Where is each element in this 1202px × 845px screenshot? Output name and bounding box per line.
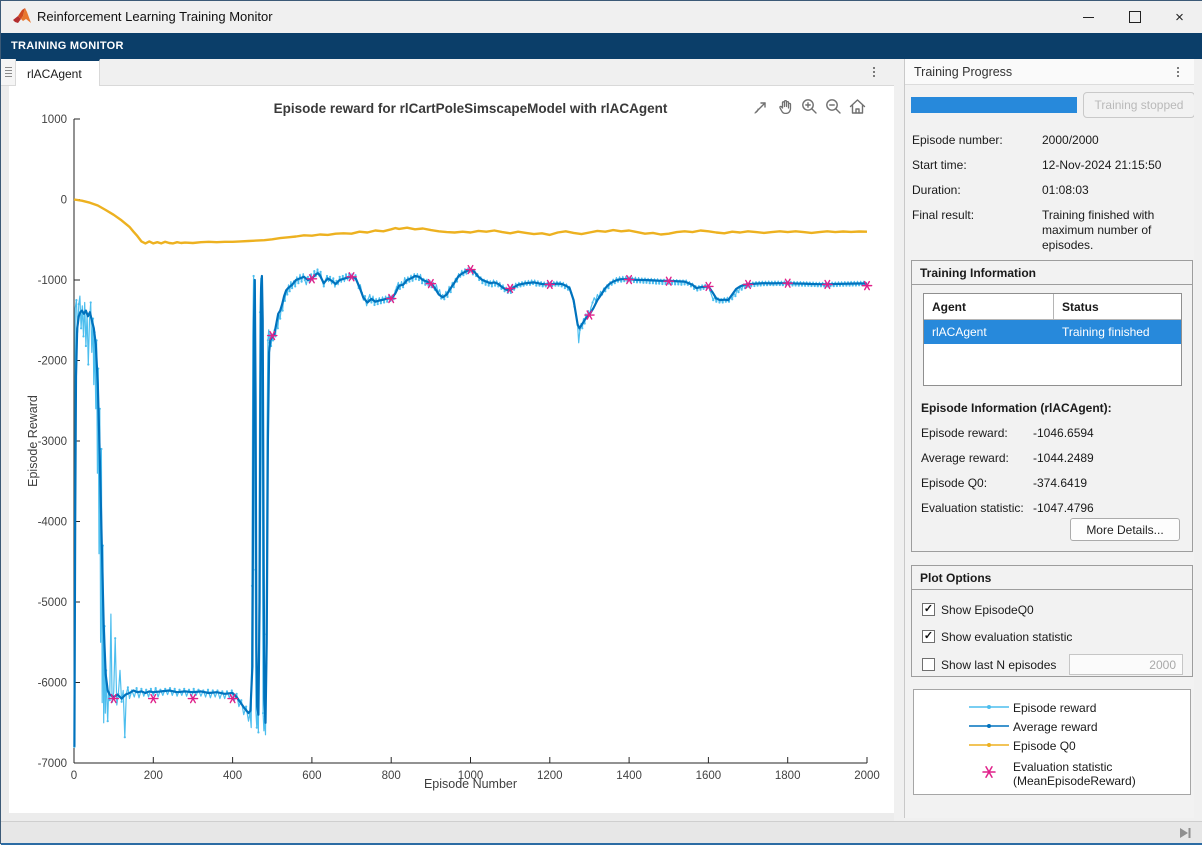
toolstrip: TRAINING MONITOR bbox=[1, 33, 1202, 59]
tab-list-icon bbox=[5, 67, 12, 68]
svg-text:0: 0 bbox=[71, 770, 77, 782]
progress-fill bbox=[911, 97, 1077, 113]
episode-q0-line-swatch bbox=[968, 738, 1010, 752]
right-gutter bbox=[1194, 59, 1202, 821]
field-value: 2000/2000 bbox=[1042, 133, 1192, 147]
tab-rlacagent[interactable]: rlACAgent bbox=[16, 59, 100, 86]
show-last-n-episodes-checkbox[interactable] bbox=[922, 658, 935, 671]
show-episodeq0-checkbox[interactable] bbox=[922, 603, 935, 616]
close-icon: × bbox=[1175, 10, 1184, 25]
bottom-scrollbar[interactable] bbox=[1, 821, 1202, 843]
maximize-icon bbox=[1129, 11, 1141, 23]
training-progress-bar bbox=[911, 97, 1077, 113]
svg-text:2000: 2000 bbox=[854, 770, 880, 782]
maximize-button[interactable] bbox=[1112, 1, 1157, 33]
agent-status-table[interactable]: Agent Status rlACAgent Training finished bbox=[923, 293, 1182, 386]
evaluation-statistic-asterisk-swatch bbox=[968, 759, 1010, 785]
checkbox-label: Show last N episodes bbox=[941, 658, 1056, 672]
section-header: Training Information bbox=[912, 261, 1192, 285]
last-n-episodes-field[interactable]: 2000 bbox=[1069, 654, 1183, 675]
panel-title: Training Progress bbox=[914, 65, 1012, 79]
legend-entry-episode-reward: Episode reward bbox=[914, 699, 1190, 717]
section-header: Plot Options bbox=[912, 566, 1192, 590]
panel-splitter[interactable] bbox=[894, 59, 904, 821]
episode-information-title: Episode Information (rlACAgent): bbox=[921, 401, 1112, 415]
minimize-icon bbox=[1083, 17, 1094, 18]
field-value: Training finished with maximum number of… bbox=[1042, 208, 1192, 253]
window-title: Reinforcement Learning Training Monitor bbox=[37, 9, 273, 24]
checkbox-label: Show EpisodeQ0 bbox=[941, 603, 1034, 617]
legend-entry-average-reward: Average reward bbox=[914, 718, 1190, 736]
panel-header: Training Progress bbox=[905, 59, 1194, 85]
tab-overflow-menu-button[interactable] bbox=[866, 64, 882, 80]
document-tab-strip: rlACAgent bbox=[1, 59, 894, 86]
section-title: Training Information bbox=[920, 266, 1036, 280]
figure-panel: Episode reward for rlCartPoleSimscapeMod… bbox=[9, 86, 894, 813]
title-bar: Reinforcement Learning Training Monitor … bbox=[1, 1, 1202, 33]
table-row[interactable]: rlACAgent Training finished bbox=[924, 320, 1181, 344]
minimize-button[interactable] bbox=[1066, 1, 1111, 33]
more-details-button[interactable]: More Details... bbox=[1070, 518, 1180, 541]
close-button[interactable]: × bbox=[1157, 1, 1202, 33]
svg-text:400: 400 bbox=[223, 770, 242, 782]
column-header-status: Status bbox=[1054, 294, 1181, 320]
svg-text:1800: 1800 bbox=[775, 770, 801, 782]
svg-text:0: 0 bbox=[61, 195, 67, 207]
show-evaluation-statistic-checkbox[interactable] bbox=[922, 630, 935, 643]
matlab-logo-icon bbox=[12, 7, 32, 27]
legend-entry-evaluation-statistic: Evaluation statistic (MeanEpisodeReward) bbox=[914, 758, 1190, 790]
episode-reward-line-swatch bbox=[968, 700, 1010, 714]
svg-text:600: 600 bbox=[302, 770, 321, 782]
svg-text:-3000: -3000 bbox=[38, 436, 67, 448]
svg-text:1400: 1400 bbox=[616, 770, 642, 782]
reward-chart[interactable]: 0 200 400 600 800 1000 1200 1400 1600 1800 2000 100… bbox=[9, 86, 894, 813]
svg-text:-1000: -1000 bbox=[38, 275, 67, 287]
section-title: Plot Options bbox=[920, 571, 991, 585]
field-label: Duration: bbox=[912, 183, 961, 197]
legend-entry-episode-q0: Episode Q0 bbox=[914, 737, 1190, 755]
panel-menu-button[interactable] bbox=[1170, 64, 1186, 80]
svg-text:-2000: -2000 bbox=[38, 356, 67, 368]
column-header-agent: Agent bbox=[924, 294, 1054, 320]
agent-cell: rlACAgent bbox=[932, 325, 987, 339]
training-information-section: Training Information Agent Status rlACAg… bbox=[911, 260, 1193, 552]
svg-text:-5000: -5000 bbox=[38, 597, 67, 609]
toolstrip-tab-training-monitor[interactable]: TRAINING MONITOR bbox=[11, 40, 124, 52]
svg-text:-7000: -7000 bbox=[38, 758, 67, 770]
svg-text:1000: 1000 bbox=[458, 770, 484, 782]
field-value: 01:08:03 bbox=[1042, 183, 1192, 197]
tab-label: rlACAgent bbox=[27, 67, 82, 81]
average-reward-line-swatch bbox=[968, 719, 1010, 733]
svg-text:200: 200 bbox=[144, 770, 163, 782]
svg-text:1200: 1200 bbox=[537, 770, 563, 782]
svg-text:-4000: -4000 bbox=[38, 517, 67, 529]
tab-list-button[interactable] bbox=[1, 59, 16, 85]
svg-text:800: 800 bbox=[382, 770, 401, 782]
svg-text:1600: 1600 bbox=[696, 770, 722, 782]
status-cell: Training finished bbox=[1062, 325, 1150, 339]
training-stopped-button[interactable]: Training stopped bbox=[1083, 92, 1195, 118]
skip-to-end-icon[interactable] bbox=[1177, 825, 1193, 841]
svg-text:-6000: -6000 bbox=[38, 678, 67, 690]
checkbox-label: Show evaluation statistic bbox=[941, 630, 1072, 644]
field-value: 12-Nov-2024 21:15:50 bbox=[1042, 158, 1192, 172]
app-window: Reinforcement Learning Training Monitor … bbox=[0, 0, 1202, 844]
field-label: Start time: bbox=[912, 158, 967, 172]
plot-options-section: Plot Options Show EpisodeQ0 Show evaluat… bbox=[911, 565, 1193, 677]
training-progress-panel: Training Progress Training stopped Episo… bbox=[904, 59, 1194, 818]
svg-text:1000: 1000 bbox=[41, 114, 67, 126]
field-label: Episode number: bbox=[912, 133, 1003, 147]
field-label: Final result: bbox=[912, 208, 974, 222]
document-area: Episode reward for rlCartPoleSimscapeMod… bbox=[1, 86, 894, 821]
chart-legend: Episode reward Average reward Episode Q0… bbox=[913, 689, 1191, 795]
